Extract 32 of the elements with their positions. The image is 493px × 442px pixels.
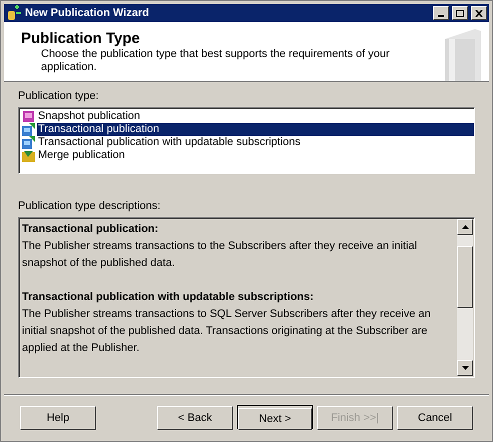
scroll-down-icon[interactable] xyxy=(462,366,468,370)
wizard-button[interactable]: Help xyxy=(20,406,96,430)
list-item[interactable]: Snapshot publication xyxy=(37,110,474,123)
scrollbar-thumb[interactable] xyxy=(457,246,473,308)
description-heading: Transactional publication: xyxy=(22,222,160,237)
scrollbar[interactable] xyxy=(457,219,473,376)
window-title: New Publication Wizard xyxy=(25,6,150,21)
publication-icon xyxy=(21,109,36,124)
publication-icon xyxy=(21,122,36,137)
publication-type-list[interactable]: Snapshot publication Transactional publication Transactional publication with updatable subscriptions Merge publication xyxy=(18,107,475,174)
close-button[interactable] xyxy=(471,6,487,20)
wizard-button[interactable]: Cancel xyxy=(397,406,473,430)
description-heading: Transactional publication with updatable subscriptions: xyxy=(22,290,315,305)
list-item[interactable]: Transactional publication with updatable subscriptions xyxy=(37,136,474,149)
maximize-button[interactable] xyxy=(452,6,468,20)
descriptions-label: Publication type descriptions: xyxy=(18,200,162,213)
scroll-up-icon[interactable] xyxy=(462,225,468,229)
wizard-button[interactable]: < Back xyxy=(157,406,233,430)
wizard-button[interactable]: Next > xyxy=(238,408,312,430)
app-icon xyxy=(6,5,22,21)
close-icon xyxy=(475,10,483,16)
list-item[interactable]: Transactional publication xyxy=(37,123,474,136)
list-label: Publication type: xyxy=(18,90,100,103)
publication-icon xyxy=(21,148,36,163)
page-title: Publication Type xyxy=(21,31,141,47)
description-text: The Publisher streams transactions to the Subscribers after they receive an initial snapshot of the published data. xyxy=(22,239,418,271)
description-text: The Publisher streams transactions to SQL Server Subscribers after they receive an initial snapshot of the published data. Transactions originating at the Subscriber are applied at the Publisher. xyxy=(22,307,432,356)
minimize-button[interactable] xyxy=(433,6,449,20)
list-item[interactable]: Merge publication xyxy=(37,149,474,162)
page-subtitle: Choose the publication type that best supports the requirements of your application. xyxy=(40,48,391,74)
publication-icon xyxy=(21,135,36,150)
maximize-icon xyxy=(456,10,464,16)
